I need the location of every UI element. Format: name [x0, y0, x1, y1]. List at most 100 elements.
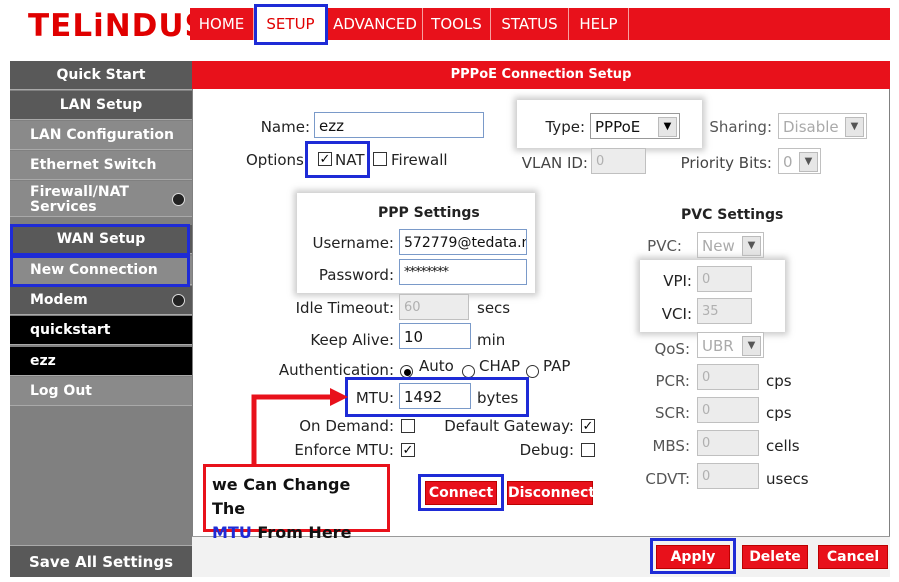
priority-bits-select[interactable]: 0 ▼: [778, 148, 821, 174]
username-label: Username:: [312, 234, 394, 252]
cancel-button[interactable]: Cancel: [818, 545, 888, 569]
pvc-label: PVC:: [647, 237, 682, 255]
cdvt-input[interactable]: 0: [697, 463, 759, 489]
name-input[interactable]: ezz: [314, 112, 484, 138]
annotation-line-2-rest: From Here: [251, 523, 352, 542]
vlan-id-input[interactable]: 0: [591, 148, 646, 174]
nav-tools[interactable]: TOOLS: [423, 8, 491, 40]
sidebar-item-label: Modem: [30, 292, 88, 308]
on-demand-checkbox[interactable]: [401, 419, 415, 433]
nav-home[interactable]: HOME: [190, 8, 254, 40]
mbs-input[interactable]: 0: [697, 430, 759, 456]
scr-label: SCR:: [654, 404, 690, 422]
idle-timeout-label: Idle Timeout:: [295, 299, 394, 317]
options-label: Options: [246, 151, 304, 169]
chevron-down-icon: ▼: [742, 236, 761, 256]
chevron-down-icon: ▼: [658, 117, 677, 137]
priority-bits-value: 0: [783, 153, 793, 171]
pvc-settings-title: PVC Settings: [681, 207, 784, 223]
nat-label: NAT: [335, 151, 365, 169]
nav-help[interactable]: HELP: [569, 8, 629, 40]
sidebar-item-log-out[interactable]: Log Out: [10, 377, 192, 406]
vci-input[interactable]: 35: [697, 298, 752, 324]
panel-title: PPPoE Connection Setup: [192, 61, 890, 89]
mbs-label: MBS:: [652, 437, 690, 455]
annotation-arrow-icon: [251, 388, 348, 466]
wan-setup-highlight-box: [10, 224, 190, 256]
sidebar-item-ethernet-switch[interactable]: Ethernet Switch: [10, 151, 192, 180]
username-input[interactable]: 572779@tedata.ne: [399, 229, 527, 255]
firewall-checkbox[interactable]: [373, 152, 387, 166]
vlan-id-label: VLAN ID:: [521, 154, 588, 172]
type-label: Type:: [545, 118, 585, 136]
qos-label: QoS:: [654, 340, 690, 358]
sidebar-item-label: Firewall/NAT Services: [30, 184, 129, 215]
sharing-select[interactable]: Disable ▼: [778, 113, 867, 139]
scr-unit: cps: [766, 404, 792, 422]
vpi-input[interactable]: 0: [697, 266, 752, 292]
pcr-input[interactable]: 0: [697, 364, 759, 390]
idle-timeout-unit: secs: [477, 299, 511, 317]
auth-auto-label: Auto: [419, 357, 454, 375]
qos-value: UBR: [702, 337, 734, 355]
sidebar-item-firewall-nat[interactable]: Firewall/NAT Services: [10, 181, 192, 217]
mtu-unit: bytes: [477, 389, 519, 407]
sidebar-item-quick-start[interactable]: Quick Start: [10, 61, 192, 90]
enforce-mtu-checkbox[interactable]: ✓: [401, 443, 415, 457]
cdvt-unit: usecs: [766, 470, 809, 488]
sidebar-item-quickstart[interactable]: quickstart: [10, 316, 192, 345]
sidebar-item-lan-setup[interactable]: LAN Setup: [10, 91, 192, 120]
name-label: Name:: [260, 118, 310, 136]
pvc-value: New: [702, 237, 735, 255]
password-label: Password:: [318, 266, 394, 284]
nat-checkbox[interactable]: ✓: [318, 152, 332, 166]
new-connection-highlight-box: [10, 255, 190, 287]
debug-label: Debug:: [519, 441, 574, 459]
apply-button[interactable]: Apply: [656, 545, 730, 569]
keep-alive-label: Keep Alive:: [310, 331, 394, 349]
connect-button[interactable]: Connect: [425, 481, 497, 505]
chevron-down-icon: ▼: [742, 336, 761, 356]
sharing-label: Sharing:: [709, 118, 772, 136]
keep-alive-input[interactable]: 10: [399, 323, 471, 349]
nav-status[interactable]: STATUS: [491, 8, 569, 40]
pvc-select[interactable]: New ▼: [697, 232, 764, 258]
sidebar-item-lan-configuration[interactable]: LAN Configuration: [10, 121, 192, 150]
priority-bits-label: Priority Bits:: [680, 154, 772, 172]
sidebar-item-ezz[interactable]: ezz: [10, 347, 192, 376]
debug-checkbox[interactable]: [581, 443, 595, 457]
default-gateway-label: Default Gateway:: [444, 417, 574, 435]
default-gateway-checkbox[interactable]: ✓: [581, 419, 595, 433]
status-dot-icon: [172, 193, 185, 206]
setup-highlight-box: [254, 4, 328, 45]
password-input[interactable]: ********: [399, 259, 527, 285]
delete-button[interactable]: Delete: [742, 545, 808, 569]
ppp-settings-title: PPP Settings: [378, 205, 480, 221]
auth-pap-label: PAP: [543, 357, 571, 375]
sidebar: Quick Start LAN Setup LAN Configuration …: [10, 61, 192, 577]
disconnect-button[interactable]: Disconnect: [507, 481, 595, 505]
nav-advanced[interactable]: ADVANCED: [328, 8, 423, 40]
annotation-line-1: we Can Change The: [212, 475, 351, 518]
annotation-line-2: MTU From Here: [212, 521, 387, 545]
sidebar-item-modem[interactable]: Modem: [10, 286, 192, 315]
vpi-label: VPI:: [663, 272, 692, 290]
scr-input[interactable]: 0: [697, 397, 759, 423]
qos-select[interactable]: UBR ▼: [697, 332, 764, 358]
idle-timeout-input[interactable]: 60: [399, 294, 469, 320]
keep-alive-unit: min: [477, 331, 506, 349]
pcr-label: PCR:: [655, 372, 690, 390]
type-select[interactable]: PPPoE ▼: [590, 113, 680, 139]
annotation-mtu-word: MTU: [212, 523, 252, 542]
firewall-label: Firewall: [391, 151, 448, 169]
chevron-down-icon: ▼: [845, 117, 864, 137]
status-dot-icon: [172, 294, 185, 307]
telindus-logo: TELiNDUS: [28, 8, 208, 44]
annotation-note: we Can Change The MTU From Here: [203, 464, 390, 542]
mbs-unit: cells: [766, 437, 800, 455]
sharing-value: Disable: [783, 118, 839, 136]
chevron-down-icon: ▼: [799, 152, 818, 172]
mtu-input[interactable]: 1492: [399, 383, 471, 409]
pcr-unit: cps: [766, 372, 792, 390]
save-all-settings-button[interactable]: Save All Settings: [10, 545, 192, 577]
